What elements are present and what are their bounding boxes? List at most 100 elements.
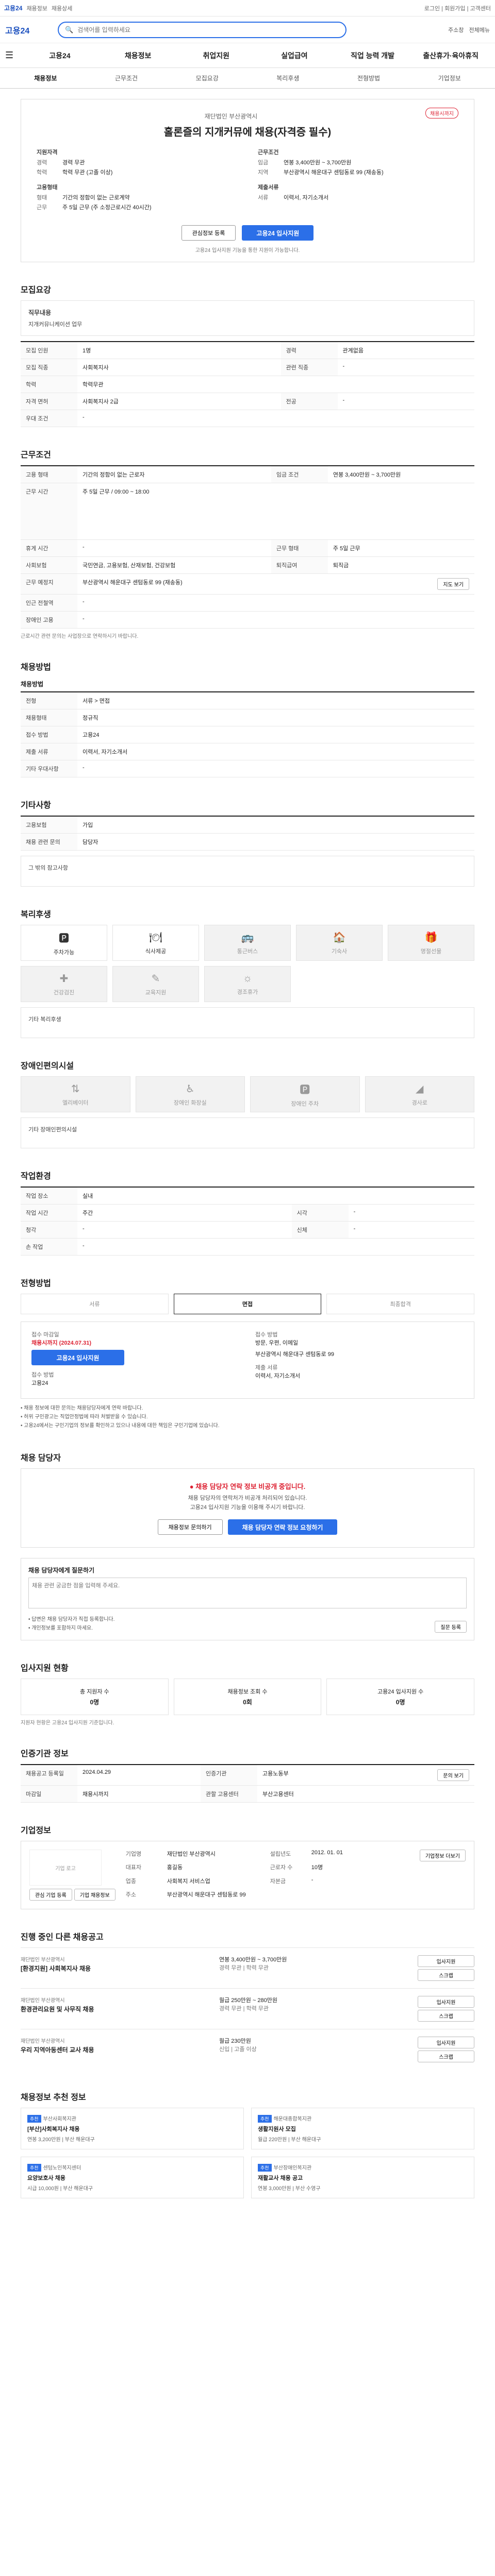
cell-key: 우대 조건 xyxy=(21,410,77,427)
recruit-sub-title: 직무내용 xyxy=(28,309,52,316)
cell-value: - xyxy=(77,594,474,612)
cell-value: 관계없음 xyxy=(337,341,474,359)
job-title-link[interactable]: 우리 지역아동센터 교사 채용 xyxy=(21,2045,214,2054)
kv-key: 대표자 xyxy=(125,1865,142,1871)
table-row: 채용형태 정규직 xyxy=(21,709,474,726)
list-item[interactable]: 재단법인 부산광역시 우리 지역아동센터 교사 채용 월급 230만원 신입 | 고… xyxy=(21,2029,474,2070)
job-meta2: 경력 무관 | 학력 무관 xyxy=(219,1965,269,1972)
stat-card: 채용정보 조회 수 0회 xyxy=(173,1679,322,1716)
job-meta: 월급 230만원 xyxy=(219,2038,251,2045)
cell-key: 청각 xyxy=(21,1221,77,1239)
apply-method-table: 전형 서류 > 면접 채용형태 정규직 접수 방법 고용24 제출 서류 이력서, 자기… xyxy=(21,691,474,777)
kv-key: 설립년도 xyxy=(270,1851,291,1858)
cell-key: 신체 xyxy=(291,1221,349,1239)
search-bar: 고용24 🔍 주소창 전체메뉴 xyxy=(0,16,495,43)
recommend-card[interactable]: 추천 부산장애인복지관 재활교사 채용 공고 연봉 3,000만원 | 부산 수영구 xyxy=(251,2157,474,2199)
gift-icon: 🎁 xyxy=(424,931,438,943)
kv-key: 학력 xyxy=(37,170,47,176)
cell-value: 2024.04.29 xyxy=(77,1764,201,1786)
company-box: 기업 로고 관심 기업 등록 기업 채용정보 기업명 재단법인 부산광역시 설립년… xyxy=(21,1841,474,1910)
header-link-address[interactable]: 주소창 xyxy=(448,26,464,34)
gnb-item-training[interactable]: 직업 능력 개발 xyxy=(334,50,412,61)
search-input[interactable] xyxy=(77,26,339,33)
parking-icon: 🅿 xyxy=(59,933,69,944)
gnb-item-home[interactable]: 고용24 xyxy=(21,50,99,61)
job-scrap-button[interactable]: 스크랩 xyxy=(418,1969,474,1981)
rec-tag: 추천 xyxy=(27,2164,41,2172)
cell-value: 가입 xyxy=(77,816,474,834)
tab-recruit[interactable]: 모집요강 xyxy=(167,74,248,82)
gnb-item-jobs[interactable]: 채용정보 xyxy=(99,50,177,61)
kv-value: 10명 xyxy=(311,1865,323,1871)
job-apply-button[interactable]: 입사지원 xyxy=(418,2037,474,2049)
welfare-label: 주차가능 xyxy=(53,949,75,956)
welfare-item: 🎁 명절선물 xyxy=(388,925,474,961)
recommend-card[interactable]: 추천 센텀노인복지센터 요양보호사 채용 시급 10,000원 | 부산 해운대구 xyxy=(21,2157,244,2199)
job-scrap-button[interactable]: 스크랩 xyxy=(418,2010,474,2022)
recommend-card[interactable]: 추천 부산사회복지관 [부산]사회복지사 채용 연봉 3,200만원 | 부산 해운대… xyxy=(21,2108,244,2150)
list-item[interactable]: 재단법인 부산광역시 [환경지원] 사회복지사 채용 연봉 3,400만원 ~ 3… xyxy=(21,1947,474,1988)
inquiry-button[interactable]: 채용정보 문의하기 xyxy=(157,1519,223,1535)
cell-value: 실내 xyxy=(77,1187,474,1205)
table-row: 제출 서류 이력서, 자기소개서 xyxy=(21,743,474,760)
other-table: 고용보험 가입 채용 관련 문의 담당자 xyxy=(21,816,474,851)
kv-value: 재단법인 부산광역시 xyxy=(167,1851,216,1858)
job-title-link[interactable]: 환경관리요원 및 사무직 채용 xyxy=(21,2005,214,2013)
apply-notice: 고용24 입사지원 기능을 통한 지원이 가능합니다. xyxy=(195,248,300,253)
job-scrap-button[interactable]: 스크랩 xyxy=(418,2050,474,2063)
company-name[interactable]: 재단법인 부산광역시 xyxy=(37,112,458,121)
tab-work-conditions[interactable]: 근무조건 xyxy=(86,74,167,82)
company-more-button[interactable]: 기업정보 더보기 xyxy=(419,1850,466,1862)
hamburger-icon[interactable]: ☰ xyxy=(5,50,13,61)
request-contact-button[interactable]: 채용 담당자 연락 정보 요청하기 xyxy=(227,1519,338,1535)
cell-key: 기타 우대사항 xyxy=(21,760,77,777)
kv-key: 서류 xyxy=(258,195,269,201)
list-item[interactable]: 재단법인 부산광역시 환경관리요원 및 사무직 채용 월급 250만원 ~ 280… xyxy=(21,1988,474,2029)
search-box[interactable]: 🔍 xyxy=(58,21,346,38)
tab-selection[interactable]: 전형방법 xyxy=(328,74,409,82)
qna-submit-button[interactable]: 질문 등록 xyxy=(435,1621,467,1633)
rec-title[interactable]: 요양보호사 채용 xyxy=(27,2174,237,2182)
company-jobs-button[interactable]: 기업 채용정보 xyxy=(74,1889,116,1901)
cell-key: 작업 장소 xyxy=(21,1187,77,1205)
section-info-title: 인증기관 정보 xyxy=(21,1750,69,1759)
rec-title[interactable]: 생활지원사 모집 xyxy=(258,2125,468,2133)
rec-title[interactable]: [부산]사회복지사 채용 xyxy=(27,2125,237,2133)
brand-logo[interactable]: 고용24 xyxy=(5,24,52,36)
scrap-button[interactable]: 관심정보 등록 xyxy=(181,225,236,241)
recommend-card[interactable]: 추천 해운대종합복지관 생활지원사 모집 월급 220만원 | 부산 해운대구 xyxy=(251,2108,474,2150)
map-button[interactable]: 지도 보기 xyxy=(437,578,469,590)
docs-label: 제출 서류 xyxy=(255,1365,278,1371)
job-apply-button[interactable]: 입사지원 xyxy=(418,1955,474,1968)
rec-title[interactable]: 재활교사 채용 공고 xyxy=(258,2174,468,2182)
documents-block: 제출서류 서류 이력서, 자기소개서 xyxy=(258,183,458,213)
cell-value: 부산광역시 해운대구 센텀동로 99 (재송동) xyxy=(82,580,183,586)
table-row: 채용공고 등록일 2024.04.29 인증기관 고용노동부 문의 보기 xyxy=(21,1764,474,1786)
address-value: 부산광역시 해운대구 센텀동로 99 xyxy=(255,1351,334,1358)
apply-button[interactable]: 고용24 입사지원 xyxy=(242,225,314,241)
welfare-more: 기타 복리후생 xyxy=(21,1007,474,1038)
topbar-links[interactable]: 로그인 | 회원가입 | 고객센터 xyxy=(424,4,491,12)
tab-job-info[interactable]: 채용정보 xyxy=(5,74,86,82)
interest-company-button[interactable]: 관심 기업 등록 xyxy=(29,1889,72,1901)
tab-company[interactable]: 기업정보 xyxy=(409,74,490,82)
qna-textarea[interactable] xyxy=(28,1578,467,1609)
recruit-table: 모집 인원 1명 경력 관계없음 모집 직종 사회복지사 관련 직종 - 학력 학력무관 자격… xyxy=(21,341,474,427)
gnb-item-benefits[interactable]: 실업급여 xyxy=(255,50,334,61)
recommend-grid: 추천 부산사회복지관 [부산]사회복지사 채용 연봉 3,200만원 | 부산 해운대… xyxy=(21,2108,474,2199)
gnb-item-leave[interactable]: 출산휴가·육아휴직 xyxy=(411,50,490,61)
job-title-link[interactable]: [환경지원] 사회복지사 채용 xyxy=(21,1964,214,1973)
info-more-button[interactable]: 문의 보기 xyxy=(437,1769,469,1782)
job-apply-button[interactable]: 입사지원 xyxy=(418,1996,474,2008)
header-link-menu[interactable]: 전체메뉴 xyxy=(469,26,490,34)
section-welfare-title: 복리후생 xyxy=(21,910,51,919)
site-logo[interactable]: 고용24 xyxy=(4,4,22,12)
cell-key: 접수 방법 xyxy=(21,726,77,743)
section-stats-title: 입사지원 현황 xyxy=(21,1664,69,1673)
table-row: 인근 전철역 - xyxy=(21,594,474,612)
tab-welfare[interactable]: 복리후생 xyxy=(248,74,328,82)
apply-button-2[interactable]: 고용24 입사지원 xyxy=(31,1350,124,1365)
table-row: 자격 면허 사회복지사 2급 전공 - xyxy=(21,393,474,410)
gnb-item-support[interactable]: 취업지원 xyxy=(177,50,255,61)
qualification-heading: 지원자격 xyxy=(37,149,58,156)
